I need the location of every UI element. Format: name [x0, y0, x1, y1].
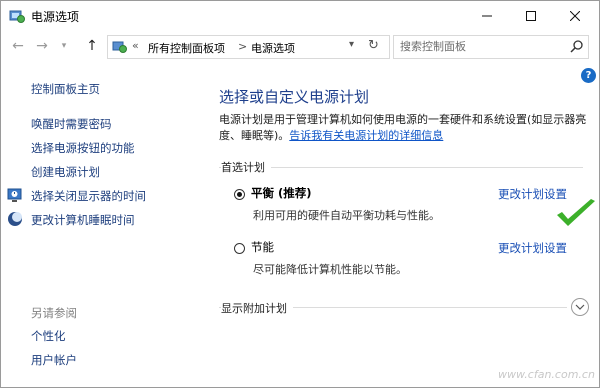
maximize-icon [526, 11, 536, 21]
learn-more-link[interactable]: 告诉我有关电源计划的详细信息 [289, 129, 443, 142]
sidebar-control-panel-home[interactable]: 控制面板主页 [31, 81, 100, 97]
breadcrumb-power-options[interactable]: 电源选项 [251, 40, 295, 56]
breadcrumb-all-control-panel[interactable]: 所有控制面板项 [148, 40, 225, 56]
plan-name-balanced[interactable]: 平衡 (推荐) [251, 185, 312, 201]
expand-additional-plans-button[interactable] [571, 298, 589, 316]
back-arrow-icon: ← [12, 38, 24, 54]
sidebar-item-create-plan[interactable]: 创建电源计划 [31, 164, 100, 180]
minimize-icon [482, 15, 492, 17]
search-box[interactable] [393, 35, 589, 59]
power-options-window: 电源选项 ← → ▾ ↑ « 所有控制面板项 > 电源选项 ▾ ↻ 搜索控制面板… [0, 0, 600, 388]
power-options-icon [9, 10, 25, 23]
green-checkmark-icon [557, 199, 595, 226]
title-bar: 电源选项 [1, 1, 599, 31]
up-arrow-icon: ↑ [86, 38, 98, 54]
close-icon [570, 11, 580, 21]
sidebar-item-display-off-time[interactable]: 选择关闭显示器的时间 [31, 188, 146, 204]
help-icon[interactable]: ? [581, 68, 596, 83]
close-button[interactable] [553, 1, 597, 31]
forward-button[interactable]: → [33, 37, 51, 55]
page-description: 电源计划是用于管理计算机如何使用电源的一套硬件和系统设置(如显示器亮度、睡眠等)… [219, 112, 591, 144]
watermark-text: www.cfan.com.cn [498, 368, 595, 381]
see-also-heading: 另请参阅 [31, 306, 77, 320]
radio-power-saver[interactable] [234, 243, 245, 254]
page-title: 选择或自定义电源计划 [219, 88, 370, 106]
sidebar-item-require-password[interactable]: 唤醒时需要密码 [31, 116, 112, 132]
section-divider [219, 167, 583, 168]
address-bar[interactable]: « 所有控制面板项 > 电源选项 ▾ ↻ [107, 35, 390, 59]
control-panel-icon [112, 41, 127, 53]
chevron-down-icon: ▾ [61, 41, 67, 51]
search-input[interactable] [400, 38, 560, 54]
plan-description-power-saver: 尽可能降低计算机性能以节能。 [253, 263, 407, 276]
forward-arrow-icon: → [36, 38, 48, 54]
show-additional-plans-label[interactable]: 显示附加计划 [221, 300, 293, 316]
chevron-down-icon [575, 304, 585, 310]
see-also-user-accounts[interactable]: 用户帐户 [31, 352, 77, 368]
back-button[interactable]: ← [9, 37, 27, 55]
search-icon[interactable] [570, 39, 584, 53]
sidebar-item-sleep-time[interactable]: 更改计算机睡眠时间 [31, 212, 135, 228]
address-dropdown-icon[interactable]: ▾ [349, 39, 354, 50]
window-title: 电源选项 [31, 10, 80, 24]
navigation-bar: ← → ▾ ↑ « 所有控制面板项 > 电源选项 ▾ ↻ [1, 31, 599, 63]
minimize-button[interactable] [465, 1, 509, 31]
sidebar-item-power-buttons[interactable]: 选择电源按钮的功能 [31, 140, 135, 156]
up-button[interactable]: ↑ [83, 37, 101, 55]
plan-description-balanced: 利用可用的硬件自动平衡功耗与性能。 [253, 209, 440, 222]
radio-balanced[interactable] [234, 189, 245, 200]
change-plan-settings-power-saver[interactable]: 更改计划设置 [498, 240, 567, 256]
hidden-crumbs-chevron[interactable]: « [132, 39, 139, 52]
display-off-icon [7, 188, 22, 202]
preferred-plans-label: 首选计划 [221, 159, 271, 175]
sleep-moon-icon [8, 212, 22, 226]
breadcrumb-separator[interactable]: > [238, 40, 247, 53]
plan-name-power-saver[interactable]: 节能 [251, 239, 274, 255]
refresh-icon[interactable]: ↻ [368, 38, 379, 53]
maximize-button[interactable] [509, 1, 553, 31]
recent-locations-button[interactable]: ▾ [55, 37, 73, 55]
see-also-personalization[interactable]: 个性化 [31, 328, 66, 344]
